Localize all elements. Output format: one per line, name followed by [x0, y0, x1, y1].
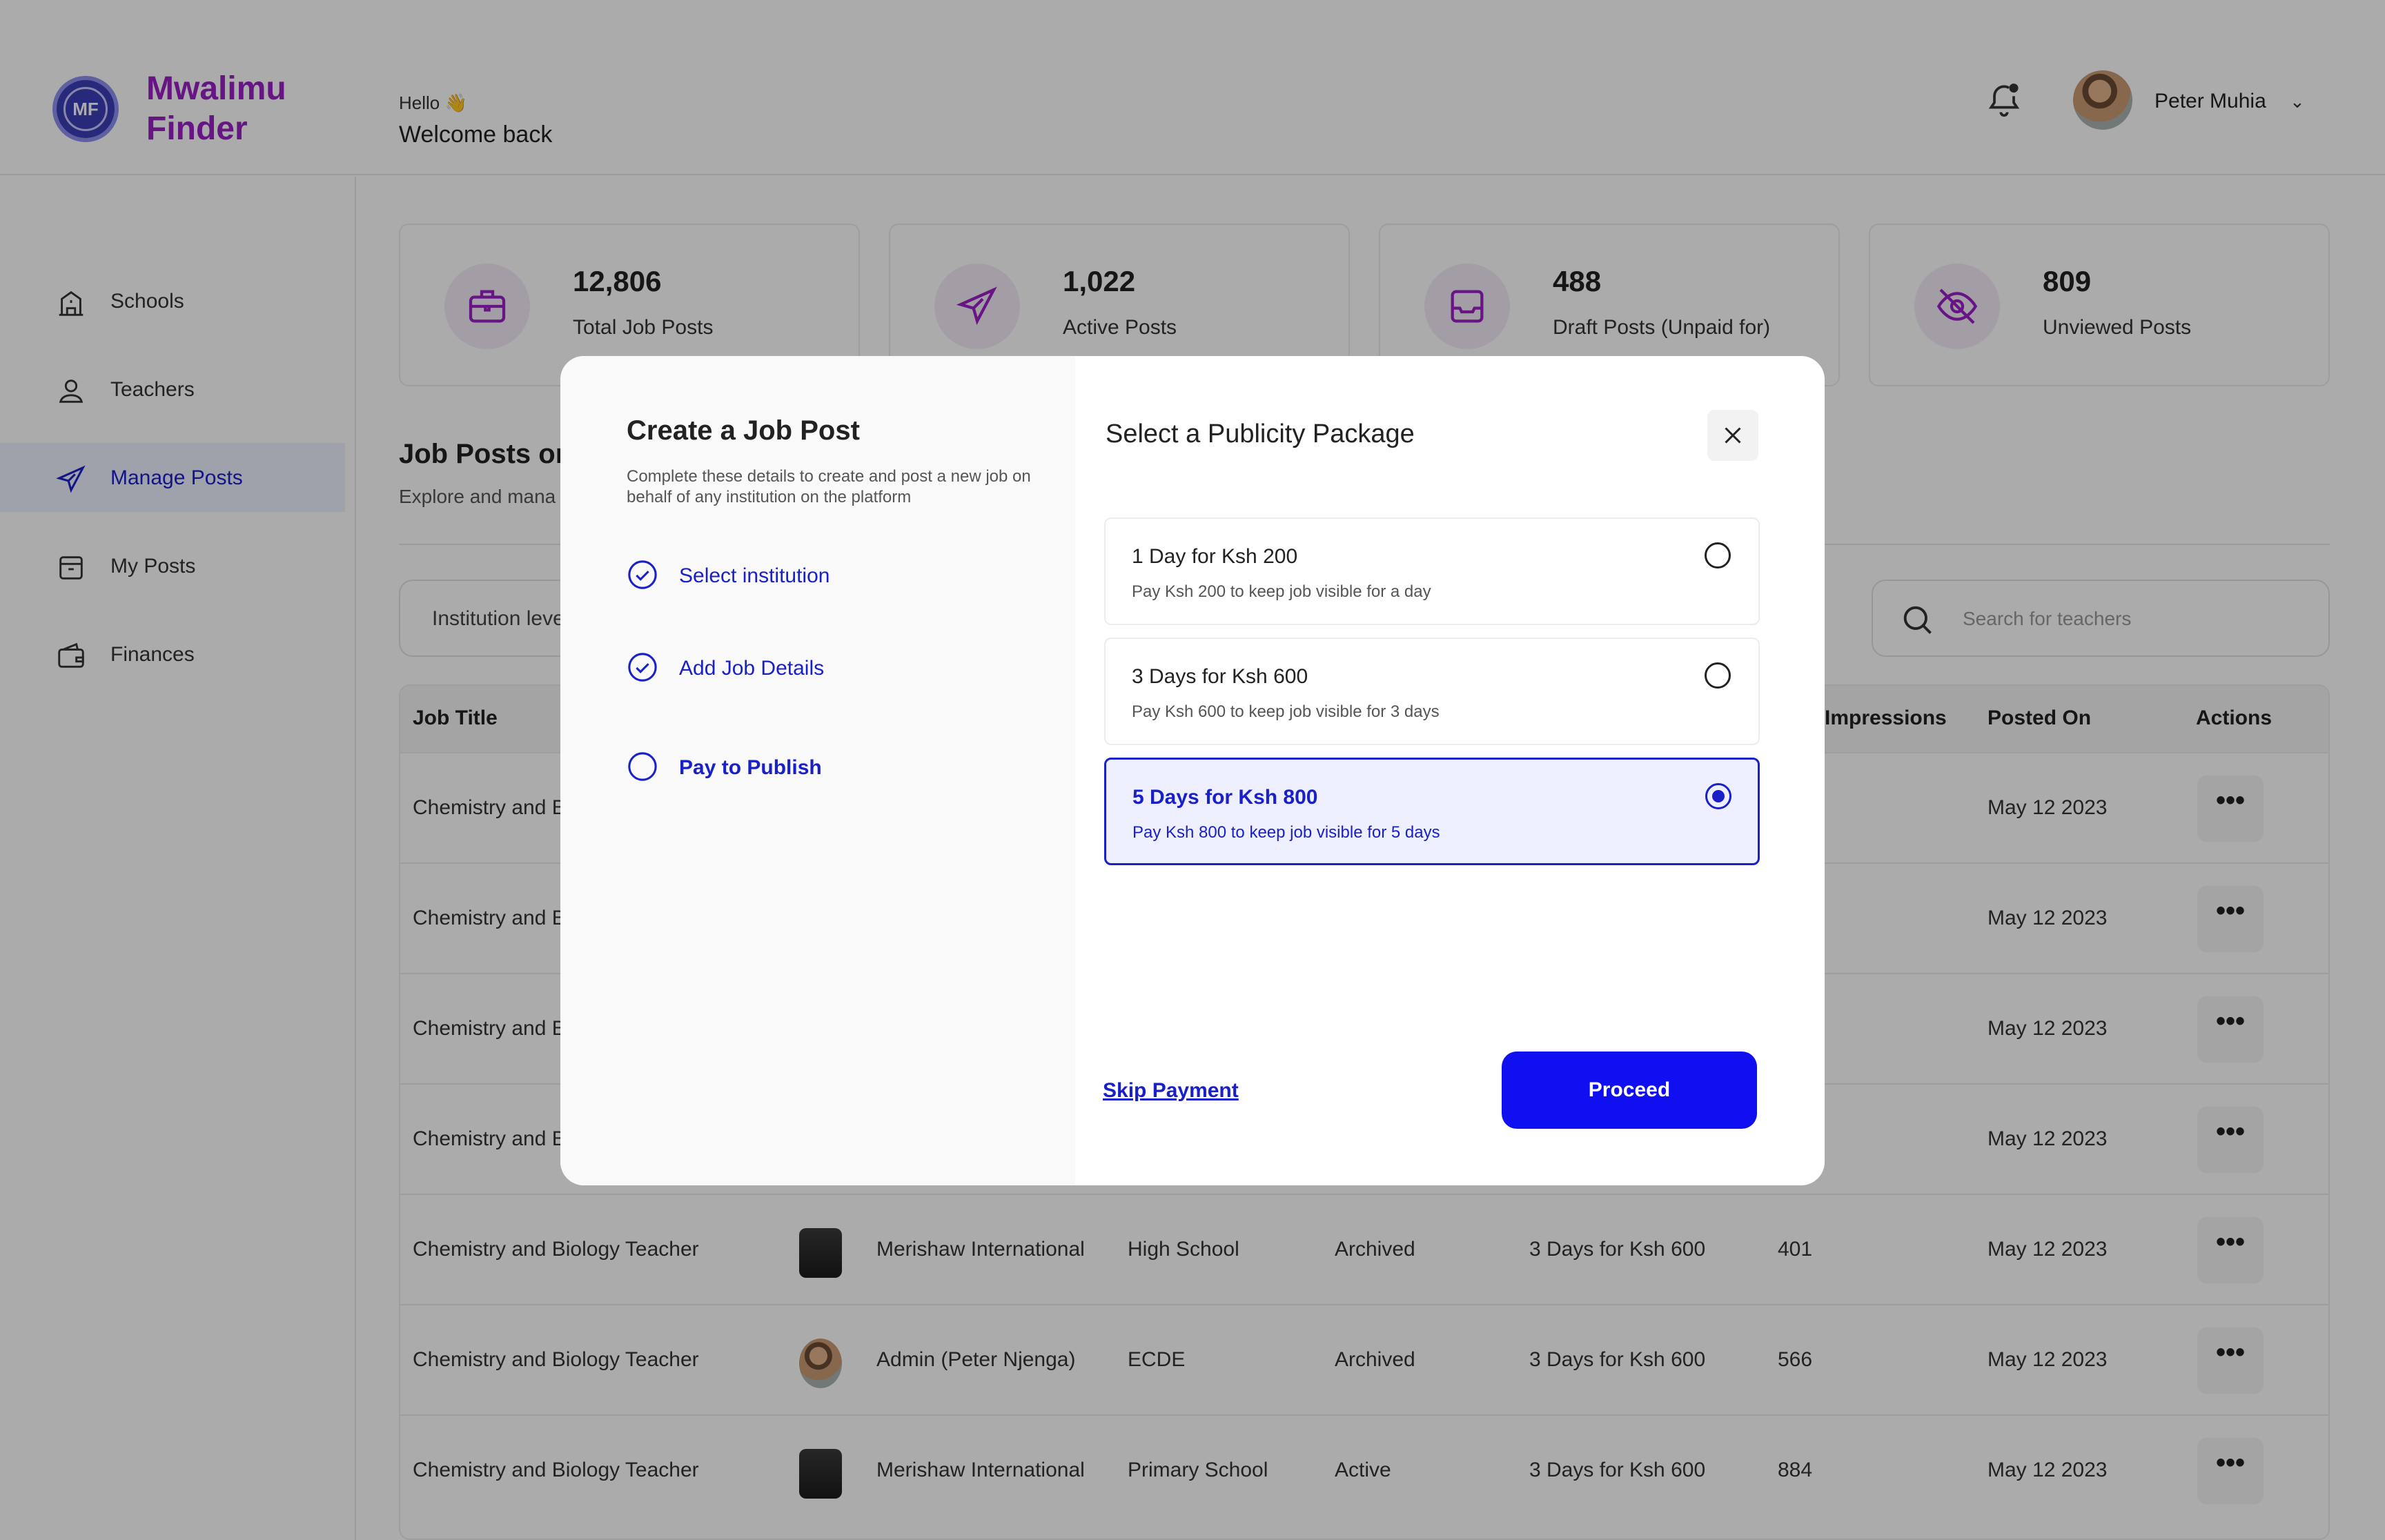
check-circle-icon [628, 560, 657, 589]
create-job-post-modal: Create a Job Post Complete these details… [560, 356, 1825, 1185]
package-option-3-days[interactable]: 3 Days for Ksh 600 Pay Ksh 600 to keep j… [1104, 638, 1760, 745]
package-name: 5 Days for Ksh 800 [1132, 786, 1318, 809]
close-button[interactable] [1707, 410, 1758, 461]
modal-title: Create a Job Post [627, 415, 860, 446]
package-description: Pay Ksh 600 to keep job visible for 3 da… [1132, 702, 1440, 721]
package-description: Pay Ksh 200 to keep job visible for a da… [1132, 582, 1431, 601]
package-name: 1 Day for Ksh 200 [1132, 545, 1298, 568]
modal-subtitle: Complete these details to create and pos… [627, 467, 1031, 506]
radio-button-selected[interactable] [1705, 783, 1731, 809]
radio-button[interactable] [1705, 542, 1731, 569]
package-option-5-days[interactable]: 5 Days for Ksh 800 Pay Ksh 800 to keep j… [1104, 758, 1760, 865]
package-description: Pay Ksh 800 to keep job visible for 5 da… [1132, 823, 1440, 842]
skip-payment-link[interactable]: Skip Payment [1103, 1079, 1239, 1103]
check-circle-icon [628, 653, 657, 682]
package-name: 3 Days for Ksh 600 [1132, 665, 1308, 688]
package-option-1-day[interactable]: 1 Day for Ksh 200 Pay Ksh 200 to keep jo… [1104, 517, 1760, 625]
proceed-button[interactable]: Proceed [1502, 1052, 1757, 1129]
package-title: Select a Publicity Package [1106, 419, 1415, 448]
steps-panel: Create a Job Post Complete these details… [560, 356, 1075, 1185]
radio-button[interactable] [1705, 662, 1731, 689]
circle-icon [628, 752, 657, 781]
close-icon [1725, 427, 1741, 444]
